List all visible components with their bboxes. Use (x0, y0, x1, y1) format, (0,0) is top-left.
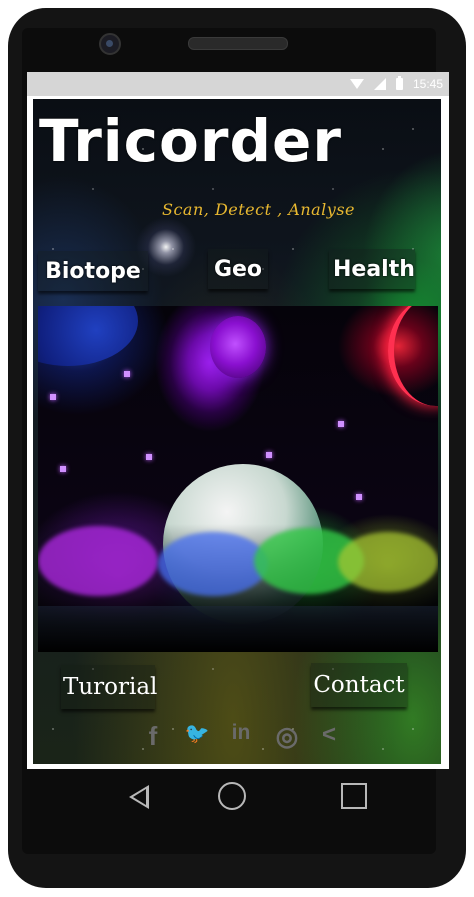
yellow-cloud (338, 532, 438, 592)
star-dot (146, 454, 152, 460)
social-links: f 🐦 in ◎ < (131, 721, 347, 751)
battery-icon (395, 76, 403, 90)
tutorial-button[interactable]: Turorial (61, 665, 157, 709)
back-icon[interactable] (129, 785, 149, 809)
purple-planet-graphic (210, 316, 266, 378)
hero-space-image (38, 306, 438, 652)
app-title: Tricorder (39, 107, 342, 175)
front-camera-icon (99, 33, 121, 55)
star-dot (60, 466, 66, 472)
health-button[interactable]: Health (329, 249, 415, 289)
biotope-button[interactable]: Biotope (38, 251, 148, 291)
twitter-icon[interactable]: 🐦 (175, 721, 219, 751)
blue-cloud (158, 532, 268, 596)
app-content: Tricorder Scan, Detect , Analyse Biotope… (33, 99, 441, 764)
star-dot (338, 421, 344, 427)
instagram-icon[interactable]: ◎ (263, 721, 311, 751)
red-planet-graphic (388, 306, 438, 406)
star-dot (124, 371, 130, 377)
geo-button[interactable]: Geo (208, 249, 268, 289)
linkedin-icon[interactable]: in (219, 721, 263, 751)
cell-signal-icon (373, 78, 386, 90)
facebook-icon[interactable]: f (131, 721, 175, 751)
blue-planet-graphic (38, 306, 138, 366)
status-bar: 15:45 (27, 72, 449, 96)
home-icon[interactable] (218, 782, 246, 810)
star-dot (356, 494, 362, 500)
recent-apps-icon[interactable] (341, 783, 367, 809)
water-reflection (38, 606, 438, 652)
earpiece-speaker (188, 37, 288, 50)
star-dot (50, 394, 56, 400)
purple-cloud (38, 526, 158, 596)
wifi-icon (349, 79, 364, 89)
star-dot (266, 452, 272, 458)
app-subtitle: Scan, Detect , Analyse (162, 200, 356, 219)
contact-button[interactable]: Contact (311, 663, 407, 707)
status-time: 15:45 (412, 77, 443, 91)
share-icon[interactable]: < (311, 721, 347, 751)
